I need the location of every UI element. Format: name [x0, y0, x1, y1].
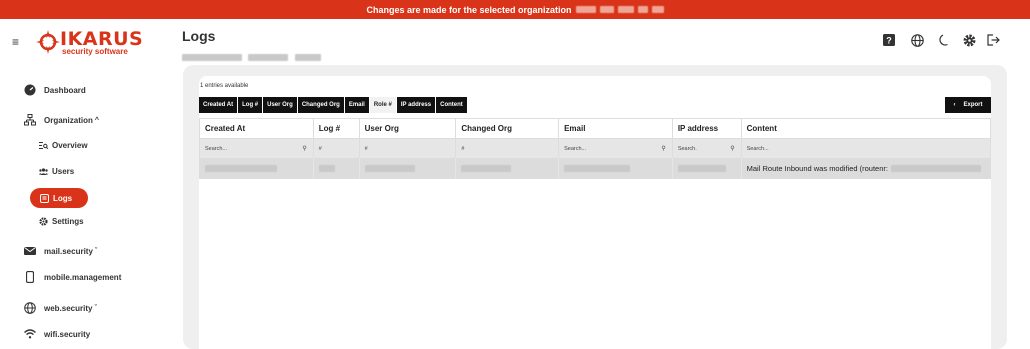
toggle-created-at[interactable]: Created At — [199, 97, 238, 113]
chevron-down-icon: ˇ — [94, 304, 97, 312]
sidebar-item-label: web.security — [44, 303, 93, 313]
page-title: Logs — [182, 28, 216, 44]
entries-count: 1 entries available — [200, 83, 249, 89]
top-toolbar: ? — [882, 33, 1000, 47]
sidebar-item-label: Logs — [53, 193, 73, 203]
mail-icon — [24, 245, 36, 257]
sidebar-item-label: Organization — [44, 115, 93, 125]
toggle-user-org[interactable]: User Org — [263, 97, 297, 113]
sidebar-item-web-security[interactable]: web.security ˇ — [24, 302, 97, 314]
col-header-changed-org[interactable]: Changed Org — [456, 119, 560, 139]
search-icon: ⚲ — [302, 146, 307, 152]
toggle-role-number[interactable]: Role # — [369, 97, 396, 113]
chevron-down-icon: ˇ — [94, 247, 98, 255]
cell-user-org — [359, 158, 457, 179]
col-header-log-number[interactable]: Log # — [313, 119, 360, 139]
table-row[interactable]: Mail Route Inbound was modified (routenr… — [200, 158, 990, 179]
col-header-email[interactable]: Email — [559, 119, 673, 139]
svg-text:?: ? — [886, 36, 892, 46]
sidebar: Dashboard Organization ^ Overview Users … — [0, 70, 175, 349]
chevron-left-icon: ‹ — [953, 102, 956, 108]
col-header-created-at[interactable]: Created At — [200, 119, 314, 139]
sidebar-item-label: wifi.security — [44, 329, 91, 339]
sidebar-item-mail-security[interactable]: mail.security ˇ — [24, 245, 97, 257]
globe-icon[interactable] — [910, 33, 924, 47]
sidebar-item-label: Overview — [52, 141, 88, 150]
sidebar-item-settings[interactable]: Settings — [39, 217, 84, 226]
sidebar-item-users[interactable]: Users — [39, 167, 74, 176]
banner-text: Changes are made for the selected organi… — [366, 4, 572, 15]
toggle-log-number[interactable]: Log # — [238, 97, 263, 113]
redacted-org-name — [617, 6, 634, 13]
redacted-org-name — [637, 6, 648, 13]
cell-log-number — [313, 158, 360, 179]
table-filter-row: Search... ⚲ # # # Search... ⚲ Search. ⚲ Sea… — [200, 139, 990, 158]
org-change-banner: Changes are made for the selected organi… — [0, 0, 1030, 19]
sidebar-item-label: mail.security — [44, 246, 93, 256]
sidebar-item-label: mobile.management — [44, 272, 122, 282]
search-icon: ⚲ — [730, 146, 735, 152]
filter-content[interactable]: Search... — [742, 139, 990, 158]
logs-panel — [199, 76, 991, 349]
list-search-icon — [39, 141, 48, 150]
logs-table: Created At Log # User Org Changed Org Em… — [199, 118, 991, 179]
export-label: Export — [963, 102, 983, 108]
filter-log-number[interactable]: # — [314, 139, 360, 158]
gear-icon — [39, 217, 48, 226]
logout-icon[interactable] — [986, 33, 1000, 47]
sidebar-item-mobile-management[interactable]: mobile.management — [24, 271, 121, 283]
redacted-org-name — [599, 6, 614, 13]
sidebar-item-label: Dashboard — [44, 85, 86, 95]
logs-icon — [40, 193, 49, 203]
org-tree-icon — [24, 114, 36, 126]
filter-user-org[interactable]: # — [360, 139, 457, 158]
sidebar-item-label: Settings — [52, 217, 84, 226]
sidebar-item-label: Users — [52, 167, 75, 176]
toggle-changed-org[interactable]: Changed Org — [297, 97, 344, 113]
cell-content: Mail Route Inbound was modified (routenr… — [741, 158, 990, 179]
moon-icon[interactable] — [938, 33, 952, 47]
dashboard-icon — [24, 84, 36, 96]
toggle-ip-address[interactable]: IP address — [396, 97, 436, 113]
chevron-up-icon: ^ — [94, 116, 99, 124]
wifi-icon — [24, 328, 36, 340]
gear-icon[interactable] — [962, 33, 976, 47]
toggle-content[interactable]: Content — [436, 97, 467, 113]
ikarus-emblem-icon — [36, 30, 60, 54]
logo-tagline: security software — [62, 47, 128, 56]
users-icon — [39, 167, 48, 176]
col-header-user-org[interactable]: User Org — [359, 119, 457, 139]
column-toggle-bar: Created At Log # User Org Changed Org Em… — [199, 97, 467, 113]
sidebar-item-overview[interactable]: Overview — [39, 141, 88, 150]
filter-email[interactable]: Search... ⚲ — [559, 139, 673, 158]
filter-created-at[interactable]: Search... ⚲ — [200, 139, 314, 158]
table-header-row: Created At Log # User Org Changed Org Em… — [200, 119, 990, 139]
mobile-phone-icon — [24, 271, 36, 283]
cell-changed-org — [456, 158, 560, 179]
toggle-email[interactable]: Email — [344, 97, 369, 113]
globe-icon — [24, 302, 36, 314]
search-icon: ⚲ — [661, 146, 666, 152]
cell-created-at — [200, 158, 314, 179]
col-header-ip-address[interactable]: IP address — [672, 119, 742, 139]
redacted-org-name — [651, 6, 664, 13]
filter-ip-address[interactable]: Search. ⚲ — [673, 139, 742, 158]
filter-changed-org[interactable]: # — [456, 139, 560, 158]
redacted-org-name — [575, 6, 596, 13]
sidebar-item-organization[interactable]: Organization ^ — [24, 114, 99, 126]
help-icon[interactable]: ? — [882, 33, 896, 47]
cell-ip-address — [672, 158, 742, 179]
ikarus-logo[interactable]: IKARUS security software — [36, 28, 154, 58]
sidebar-item-wifi-security[interactable]: wifi.security — [24, 328, 90, 340]
export-button[interactable]: ‹ Export — [945, 97, 991, 113]
cell-email — [559, 158, 673, 179]
col-header-content[interactable]: Content — [741, 119, 990, 139]
menu-toggle-icon[interactable]: ≡ — [12, 35, 19, 49]
sidebar-item-logs[interactable]: Logs — [30, 188, 88, 208]
redacted-org-subtitle — [182, 48, 321, 66]
sidebar-item-dashboard[interactable]: Dashboard — [24, 84, 86, 96]
